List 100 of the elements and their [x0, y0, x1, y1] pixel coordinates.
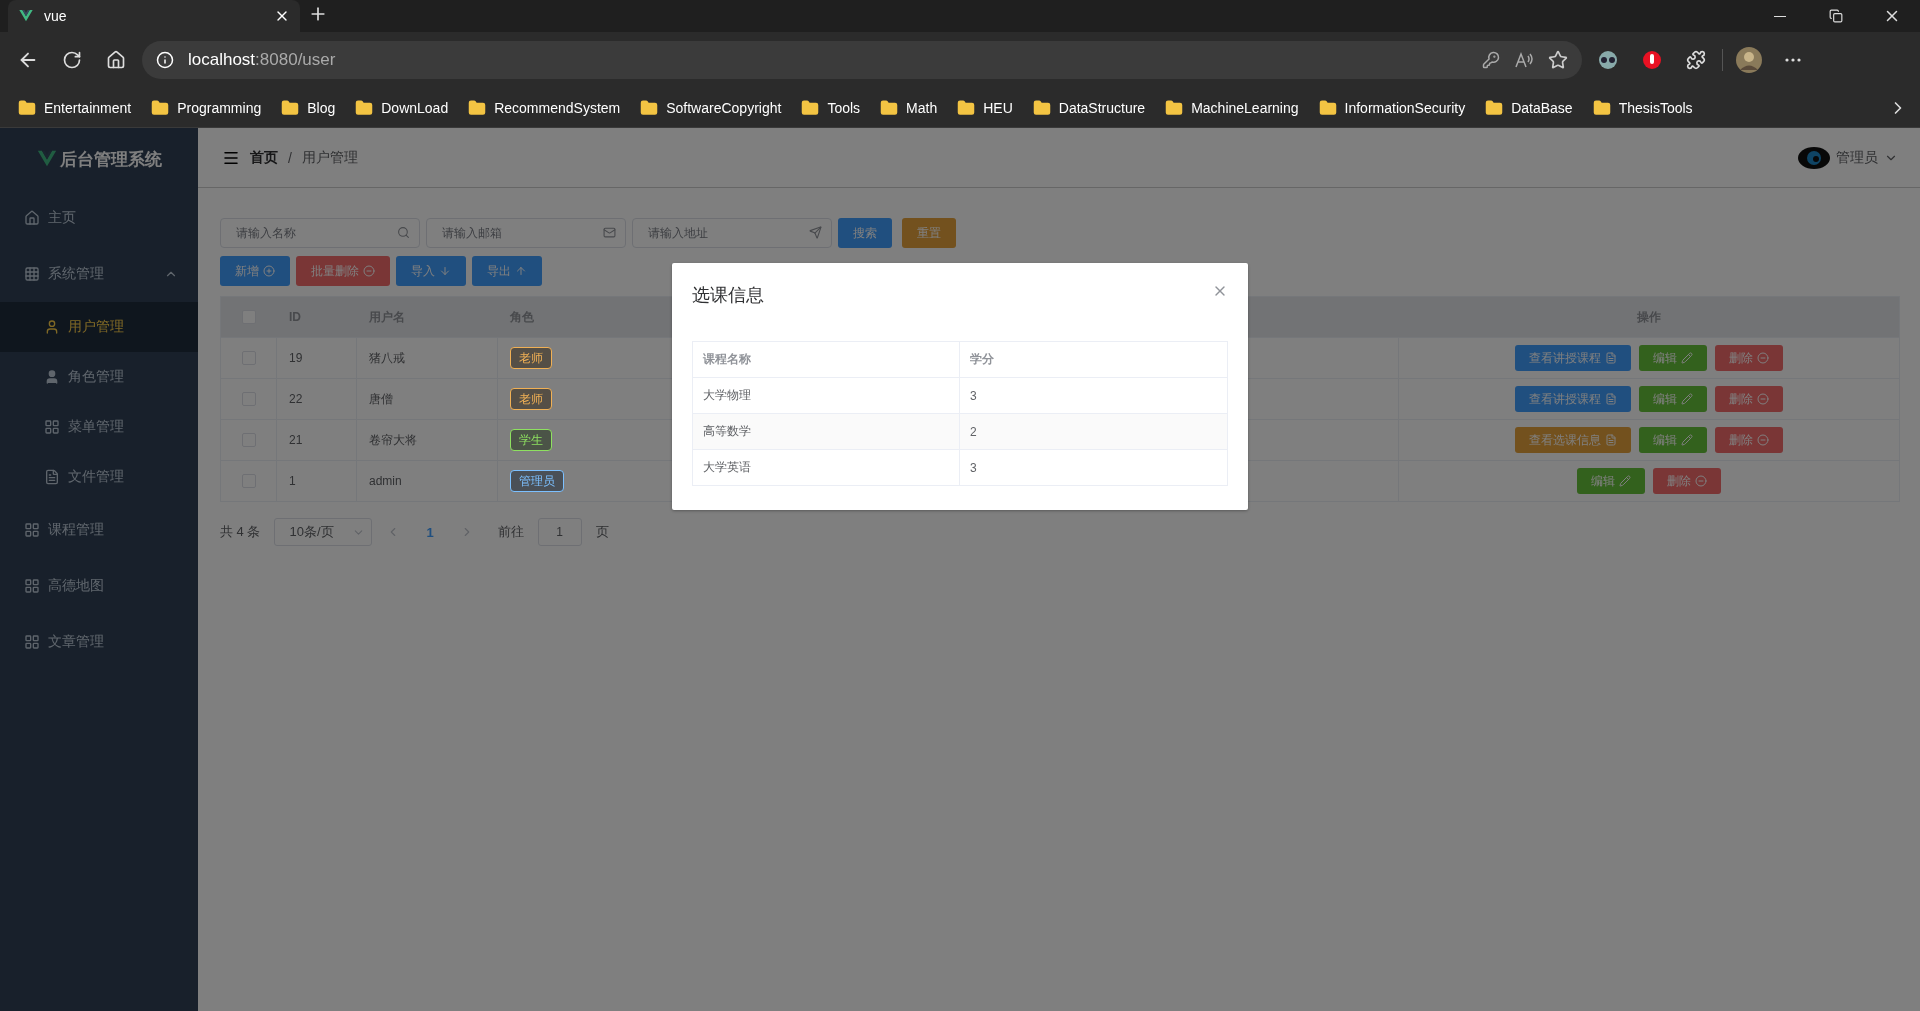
home-icon	[24, 210, 40, 226]
action-button[interactable]: 编辑	[1639, 386, 1707, 412]
key-icon[interactable]	[1482, 51, 1500, 69]
home-icon	[106, 50, 126, 70]
bookmark-folder[interactable]: Programming	[177, 99, 262, 116]
bookmark-folder[interactable]: Entertainment	[44, 99, 132, 116]
folder-icon	[1592, 98, 1611, 117]
table-cell: 21	[277, 420, 357, 460]
table-cell: 1	[277, 461, 357, 501]
action-button[interactable]: 查看选课信息	[1515, 427, 1631, 453]
sidebar-item[interactable]: 角色管理	[0, 352, 198, 402]
pencil-icon	[1681, 352, 1693, 364]
bookmark-folder[interactable]: HEU	[983, 99, 1013, 116]
role-tag: 管理员	[510, 470, 564, 492]
pencil-icon	[1681, 393, 1693, 405]
user-name[interactable]: 管理员	[1836, 148, 1878, 167]
folder-icon	[801, 98, 820, 117]
bookmark-folder[interactable]: InformationSecurity	[1344, 99, 1466, 116]
glasses-face-icon	[1597, 50, 1619, 70]
table-cell: admin	[357, 461, 498, 501]
user-avatar[interactable]	[1798, 146, 1830, 169]
sidebar-item[interactable]: 主页	[0, 190, 198, 246]
bookmark-folder[interactable]: ThesisTools	[1618, 99, 1693, 116]
sidebar-item[interactable]: 菜单管理	[0, 402, 198, 452]
app-logo-title: 后台管理系统	[60, 148, 162, 171]
favorite-star-icon[interactable]	[1548, 50, 1568, 70]
arrow-up-icon	[515, 265, 527, 277]
search-field[interactable]: 请输入地址	[632, 218, 832, 248]
toolbar-button[interactable]: 新增	[220, 256, 290, 286]
toolbar-button[interactable]: 批量删除	[296, 256, 390, 286]
grid-icon	[24, 522, 40, 538]
folder-icon	[880, 98, 899, 117]
sidebar-item[interactable]: 高德地图	[0, 558, 198, 614]
action-button[interactable]: 删除	[1653, 468, 1721, 494]
action-button[interactable]: 编辑	[1639, 427, 1707, 453]
action-button[interactable]: 删除	[1715, 386, 1783, 412]
read-aloud-icon[interactable]	[1514, 51, 1534, 69]
browser-tab[interactable]: vue	[8, 0, 300, 32]
breadcrumb-separator: /	[288, 149, 292, 166]
search-field[interactable]: 请输入邮箱	[426, 218, 626, 248]
info-icon	[156, 51, 174, 69]
sidebar-item[interactable]: 系统管理	[0, 246, 198, 302]
action-button[interactable]: 编辑	[1577, 468, 1645, 494]
sidebar-item[interactable]: 文件管理	[0, 452, 198, 502]
address-bar[interactable]: localhost:8080/user	[142, 41, 1582, 79]
avatar-icon	[1736, 47, 1762, 73]
action-button[interactable]: 查看讲授课程	[1515, 386, 1631, 412]
folder-icon	[640, 98, 659, 117]
reset-button[interactable]: 重置	[902, 218, 956, 248]
action-button[interactable]: 编辑	[1639, 345, 1707, 371]
table-cell: 卷帘大将	[357, 420, 498, 460]
table-cell: 猪八戒	[357, 338, 498, 378]
page-size-select[interactable]: 10条/页	[274, 518, 373, 546]
page-number[interactable]: 1	[414, 524, 446, 540]
mail-icon	[603, 226, 616, 239]
bookmark-folder[interactable]: Blog	[307, 99, 336, 116]
table-cell-text: 3	[969, 459, 978, 477]
bookmark-folder[interactable]: SoftwareCopyright	[666, 99, 782, 116]
minus-circle-icon	[1757, 434, 1769, 446]
action-button[interactable]: 查看讲授课程	[1515, 345, 1631, 371]
toolbar-button[interactable]: 导出	[472, 256, 542, 286]
bookmark-folder[interactable]: Tools	[827, 99, 861, 116]
bookmark-folder[interactable]: DataBase	[1511, 99, 1573, 116]
restore-icon	[1829, 9, 1843, 23]
action-button[interactable]: 删除	[1715, 427, 1783, 453]
document-icon	[1605, 434, 1617, 446]
location-icon	[809, 226, 822, 239]
column-header: 学分	[969, 351, 995, 368]
table-cell: 19	[277, 338, 357, 378]
role-tag: 老师	[510, 388, 552, 410]
minus-circle-icon	[1757, 393, 1769, 405]
bookmark-folder[interactable]: RecommendSystem	[494, 99, 621, 116]
goto-page-field[interactable]: 1	[537, 518, 582, 546]
folder-icon	[468, 98, 487, 117]
plus-circle-icon	[263, 265, 275, 277]
search-field[interactable]: 请输入名称	[220, 218, 420, 248]
puzzle-icon	[1686, 50, 1706, 70]
minus-circle-icon	[363, 265, 375, 277]
bookmark-folder[interactable]: DataStructure	[1058, 99, 1146, 116]
breadcrumb-item[interactable]: 用户管理	[301, 148, 358, 167]
sidebar-item[interactable]: 文章管理	[0, 614, 198, 670]
action-button[interactable]: 删除	[1715, 345, 1783, 371]
minimize-icon	[1774, 15, 1786, 17]
table-cell: 22	[277, 379, 357, 419]
folder-icon	[18, 98, 36, 117]
dialog-title: 选课信息	[692, 284, 764, 307]
table-cell: 大学物理	[693, 378, 960, 413]
goto-label: 前往	[497, 523, 524, 541]
table-cell: 高等数学	[693, 414, 960, 449]
breadcrumb-item[interactable]: 首页	[250, 148, 278, 167]
document-icon	[1605, 393, 1617, 405]
search-button[interactable]: 搜索	[838, 218, 892, 248]
sidebar-item[interactable]: 课程管理	[0, 502, 198, 558]
bookmark-folder[interactable]: MachineLearning	[1191, 99, 1299, 116]
table-cell-text: 3	[969, 387, 978, 405]
bookmark-folder[interactable]: DownLoad	[381, 99, 449, 116]
bookmark-folder[interactable]: Math	[906, 99, 938, 116]
sidebar-item[interactable]: 用户管理	[0, 302, 198, 352]
toolbar-button[interactable]: 导入	[396, 256, 466, 286]
pencil-icon	[1619, 475, 1631, 487]
